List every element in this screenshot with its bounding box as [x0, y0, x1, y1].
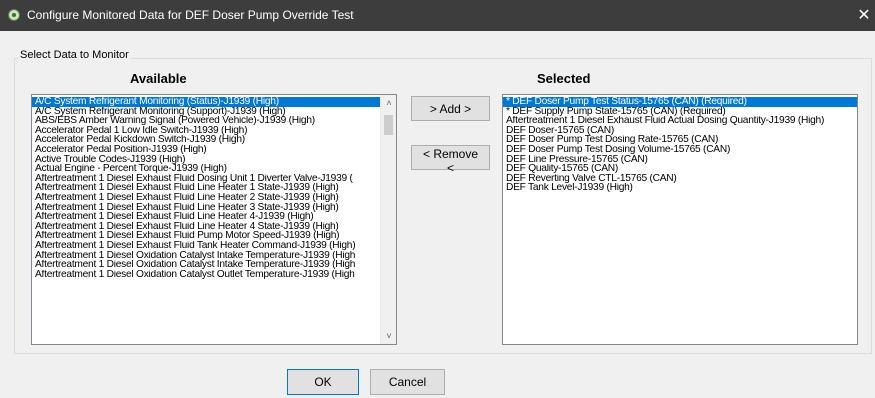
group-label: Select Data to Monitor — [18, 49, 131, 61]
ok-button[interactable]: OK — [287, 369, 359, 395]
list-item[interactable]: DEF Tank Level-J1939 (High) — [503, 183, 857, 193]
scroll-thumb[interactable] — [384, 115, 393, 135]
list-item[interactable]: Aftertreatment 1 Diesel Exhaust Fluid Li… — [32, 183, 396, 193]
available-header: Available — [130, 71, 187, 86]
list-item[interactable]: Aftertreatment 1 Diesel Exhaust Fluid Li… — [32, 212, 396, 222]
list-item[interactable]: Aftertreatment 1 Diesel Oxidation Cataly… — [32, 260, 396, 270]
list-item[interactable]: A/C System Refrigerant Monitoring (Statu… — [32, 97, 396, 107]
scroll-up-icon[interactable]: ˄ — [381, 95, 396, 111]
list-item[interactable]: Accelerator Pedal 1 Low Idle Switch-J193… — [32, 126, 396, 136]
selected-header: Selected — [537, 71, 591, 86]
list-item[interactable]: Accelerator Pedal Position-J1939 (High) — [32, 145, 396, 155]
list-item[interactable]: Accelerator Pedal Kickdown Switch-J1939 … — [32, 135, 396, 145]
list-item[interactable]: Aftertreatment 1 Diesel Exhaust Fluid Pu… — [32, 231, 396, 241]
list-item[interactable]: Aftertreatment 1 Diesel Exhaust Fluid Do… — [32, 174, 396, 184]
scroll-down-icon[interactable]: ˅ — [381, 328, 396, 344]
list-item[interactable]: Actual Engine - Percent Torque-J1939 (Hi… — [32, 164, 396, 174]
remove-button[interactable]: < Remove < — [411, 145, 490, 175]
app-icon — [8, 9, 20, 21]
cancel-button[interactable]: Cancel — [370, 369, 445, 395]
list-item[interactable]: DEF Doser Pump Test Dosing Volume-15765 … — [503, 145, 857, 155]
available-list[interactable]: A/C System Refrigerant Monitoring (Statu… — [31, 94, 397, 345]
title-bar: Configure Monitored Data for DEF Doser P… — [0, 0, 875, 31]
available-scrollbar[interactable]: ˄ ˅ — [380, 95, 396, 344]
list-item[interactable]: Aftertreatment 1 Diesel Exhaust Fluid Ac… — [503, 116, 857, 126]
list-item[interactable]: ABS/EBS Amber Warning Signal (Powered Ve… — [32, 116, 396, 126]
selected-list[interactable]: * DEF Doser Pump Test Status-15765 (CAN)… — [502, 94, 858, 345]
list-item[interactable]: * DEF Doser Pump Test Status-15765 (CAN)… — [503, 97, 857, 107]
list-item[interactable]: Aftertreatment 1 Diesel Oxidation Cataly… — [32, 251, 396, 261]
add-button[interactable]: > Add > — [411, 96, 490, 121]
list-item[interactable]: Active Trouble Codes-J1939 (High) — [32, 155, 396, 165]
list-item[interactable]: * DEF Supply Pump State-15765 (CAN) (Req… — [503, 107, 857, 117]
list-item[interactable]: DEF Quality-15765 (CAN) — [503, 164, 857, 174]
list-item[interactable]: Aftertreatment 1 Diesel Exhaust Fluid Ta… — [32, 241, 396, 251]
list-item[interactable]: Aftertreatment 1 Diesel Exhaust Fluid Li… — [32, 203, 396, 213]
list-item[interactable]: DEF Doser-15765 (CAN) — [503, 126, 857, 136]
list-item[interactable]: DEF Doser Pump Test Dosing Rate-15765 (C… — [503, 135, 857, 145]
list-item[interactable]: DEF Reverting Valve CTL-15765 (CAN) — [503, 174, 857, 184]
list-item[interactable]: Aftertreatment 1 Diesel Exhaust Fluid Li… — [32, 193, 396, 203]
window-title: Configure Monitored Data for DEF Doser P… — [27, 8, 354, 22]
list-item[interactable]: Aftertreatment 1 Diesel Exhaust Fluid Li… — [32, 222, 396, 232]
list-item[interactable]: A/C System Refrigerant Monitoring (Suppo… — [32, 107, 396, 117]
close-icon[interactable]: ✕ — [853, 0, 875, 31]
list-item[interactable]: Aftertreatment 1 Diesel Oxidation Cataly… — [32, 270, 396, 280]
list-item[interactable]: DEF Line Pressure-15765 (CAN) — [503, 155, 857, 165]
